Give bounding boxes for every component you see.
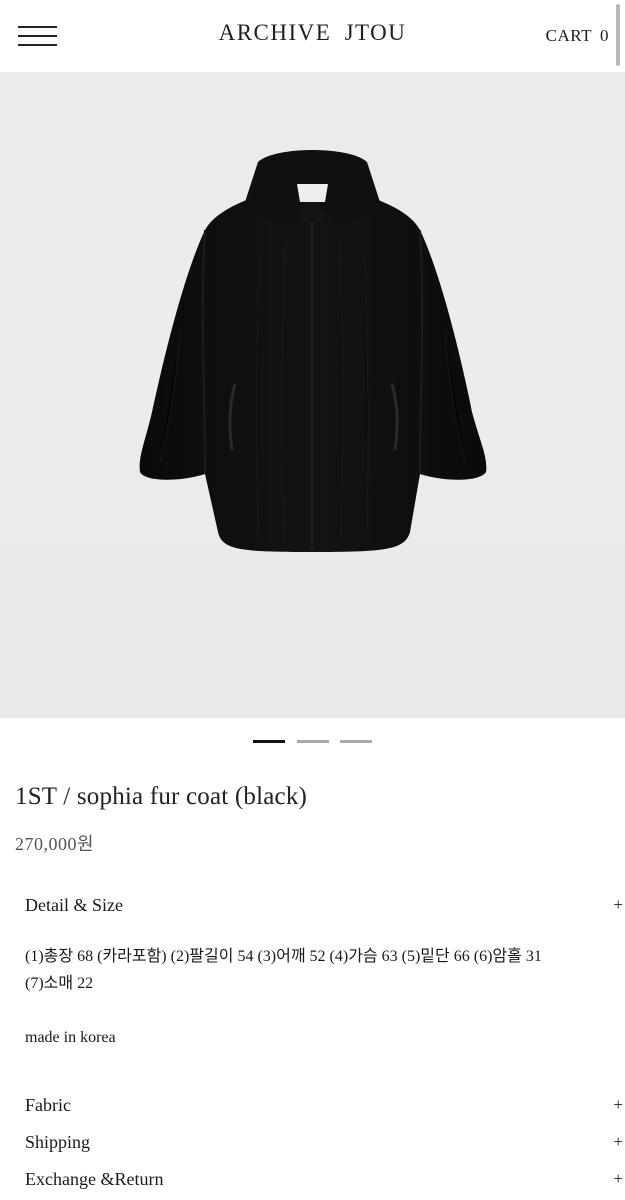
accordion-fabric[interactable]: Fabric + [25,1095,625,1119]
origin-text: made in korea [25,1029,116,1046]
size-details: (1)총장 68 (카라포함) (2)팔길이 54 (3)어깨 52 (4)가슴… [25,943,625,997]
accordion-shipping[interactable]: Shipping + [25,1132,625,1156]
accordion-label: Fabric [25,1095,71,1115]
accordion-detail-size[interactable]: Detail & Size + [25,895,625,919]
plus-icon[interactable]: + [613,895,623,915]
size-details-line: (7)소매 22 [25,975,94,992]
accordion-label: Detail & Size [25,895,123,915]
plus-icon[interactable]: + [613,1169,623,1189]
site-header: ARCHIVE JTOU CART 0 [0,0,625,72]
plus-icon[interactable]: + [613,1132,623,1152]
slider-dot[interactable] [340,740,372,743]
cart-label: CART [545,26,592,45]
accordion-exchange-return[interactable]: Exchange &Return + [25,1169,625,1193]
page-scrollbar[interactable] [616,4,620,66]
slider-dot[interactable] [297,740,329,743]
product-title: 1ST / sophia fur coat (black) [15,783,308,810]
plus-icon[interactable]: + [613,1095,623,1115]
cart-count: 0 [600,26,609,45]
accordion-label: Shipping [25,1132,91,1152]
size-details-line: (1)총장 68 (카라포함) (2)팔길이 54 (3)어깨 52 (4)가슴… [25,948,542,965]
product-page: ARCHIVE JTOU CART 0 1ST / sophia fur coa… [0,0,625,1200]
coat-label [297,184,328,202]
image-slider-dots [0,740,625,746]
cart-link[interactable]: CART 0 [546,26,609,46]
accordion-label: Exchange &Return [25,1169,164,1189]
product-image[interactable] [0,72,625,718]
slider-dot-active[interactable] [253,740,285,743]
product-price: 270,000원 [15,834,95,854]
fur-coat-image [139,150,487,552]
site-logo[interactable]: ARCHIVE JTOU [0,20,625,46]
